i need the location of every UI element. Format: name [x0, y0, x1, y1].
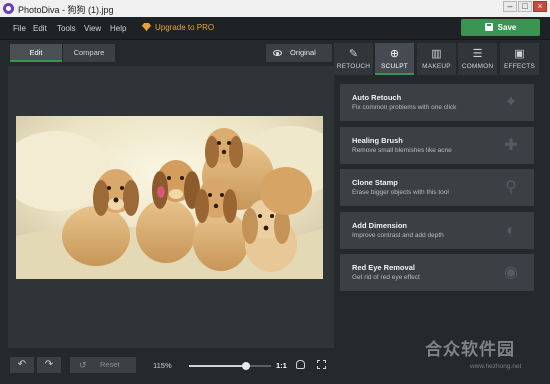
- brush-icon: ✎: [348, 48, 359, 60]
- reset-icon: ↺: [79, 360, 87, 370]
- window-title: PhotoDiva - 狗狗 (1).jpg: [18, 5, 114, 15]
- maximize-button[interactable]: □: [518, 1, 532, 12]
- menu-view[interactable]: View: [84, 24, 101, 33]
- reset-label: Reset: [100, 360, 120, 369]
- watermark-text: 合众软件园: [425, 340, 515, 359]
- original-button[interactable]: Original: [266, 44, 332, 62]
- menu-help[interactable]: Help: [110, 24, 126, 33]
- makeup-icon: ▥: [431, 48, 442, 60]
- menu-file[interactable]: File: [13, 24, 26, 33]
- tab-sculpt-label: SCULPT: [381, 63, 408, 70]
- tools-panel: ✎ RETOUCH ⊕ SCULPT ▥ MAKEUP ☰ COMMON ▣ E…: [334, 41, 550, 384]
- tool-healing-brush[interactable]: Healing Brush Remove small blemishes lik…: [340, 127, 534, 164]
- bandage-icon: ✚: [504, 137, 518, 154]
- stamp-icon: ⚲: [505, 179, 517, 196]
- tab-compare[interactable]: Compare: [63, 44, 115, 62]
- save-disk-icon: [484, 23, 493, 31]
- tool-description: Improve contrast and add depth: [352, 232, 444, 239]
- window-titlebar: PhotoDiva - 狗狗 (1).jpg – □ ×: [0, 0, 550, 17]
- tool-auto-retouch[interactable]: Auto Retouch Fix common problems with on…: [340, 84, 534, 121]
- menu-tools[interactable]: Tools: [57, 24, 76, 33]
- zoom-slider[interactable]: [189, 362, 271, 370]
- eye-icon: [273, 50, 282, 56]
- undo-button[interactable]: ↶: [10, 357, 34, 373]
- tab-edit[interactable]: Edit: [10, 44, 62, 62]
- tab-common[interactable]: ☰ COMMON: [458, 43, 497, 75]
- actual-size-button[interactable]: 1:1: [276, 361, 287, 370]
- tool-title: Clone Stamp: [352, 178, 398, 187]
- tool-title: Add Dimension: [352, 221, 408, 230]
- tool-description: Fix common problems with one click: [352, 104, 457, 111]
- tab-common-label: COMMON: [461, 63, 494, 70]
- tab-retouch[interactable]: ✎ RETOUCH: [334, 43, 373, 75]
- save-label: Save: [497, 23, 517, 32]
- zoom-slider-knob[interactable]: [242, 362, 250, 370]
- face-contour-icon: ◐: [506, 222, 516, 239]
- tool-red-eye-removal[interactable]: Red Eye Removal Get rid of red eye effec…: [340, 254, 534, 291]
- effects-icon: ▣: [514, 48, 525, 60]
- menu-edit[interactable]: Edit: [33, 24, 47, 33]
- tool-description: Remove small blemishes like acne: [352, 147, 452, 154]
- tool-description: Get rid of red eye effect: [352, 274, 420, 281]
- tab-makeup[interactable]: ▥ MAKEUP: [417, 43, 456, 75]
- magic-wand-icon: ✦: [504, 94, 518, 111]
- minimize-button[interactable]: –: [503, 1, 517, 12]
- tab-effects-label: EFFECTS: [503, 63, 535, 70]
- upgrade-label: Upgrade to PRO: [155, 23, 215, 32]
- tool-title: Auto Retouch: [352, 93, 402, 102]
- fullscreen-icon[interactable]: [317, 360, 326, 369]
- app-logo-icon: [3, 3, 14, 14]
- tool-title: Healing Brush: [352, 136, 403, 145]
- tab-makeup-label: MAKEUP: [422, 63, 451, 70]
- save-button[interactable]: Save: [461, 19, 540, 36]
- watermark-url: www.hezhong.net: [470, 363, 522, 370]
- eye-icon: ◉: [504, 264, 518, 281]
- image-canvas[interactable]: [8, 66, 334, 348]
- workspace: Edit Compare Original ↶ ↷ ↺ Reset 115% 1…: [8, 41, 334, 377]
- reset-button[interactable]: ↺ Reset: [70, 357, 136, 373]
- tab-effects[interactable]: ▣ EFFECTS: [500, 43, 539, 75]
- tool-description: Erase bigger objects with this tool: [352, 189, 449, 196]
- sliders-icon: ☰: [472, 48, 483, 60]
- redo-button[interactable]: ↷: [37, 357, 61, 373]
- zoom-slider-fill: [189, 365, 246, 367]
- upgrade-link[interactable]: Upgrade to PRO: [142, 23, 214, 32]
- tab-retouch-label: RETOUCH: [336, 63, 371, 70]
- zoom-percentage: 115%: [153, 361, 172, 370]
- tool-clone-stamp[interactable]: Clone Stamp Erase bigger objects with th…: [340, 169, 534, 206]
- hand-pan-icon[interactable]: [296, 360, 305, 369]
- photo-puppies: [16, 116, 323, 279]
- tab-sculpt[interactable]: ⊕ SCULPT: [375, 43, 414, 75]
- diamond-icon: [142, 23, 151, 31]
- tool-title: Red Eye Removal: [352, 263, 415, 272]
- sculpt-icon: ⊕: [389, 48, 400, 60]
- tool-add-dimension[interactable]: Add Dimension Improve contrast and add d…: [340, 212, 534, 249]
- original-label: Original: [290, 48, 316, 57]
- close-button[interactable]: ×: [533, 1, 547, 12]
- canvas-toolbar: ↶ ↷ ↺ Reset 115% 1:1: [8, 351, 334, 377]
